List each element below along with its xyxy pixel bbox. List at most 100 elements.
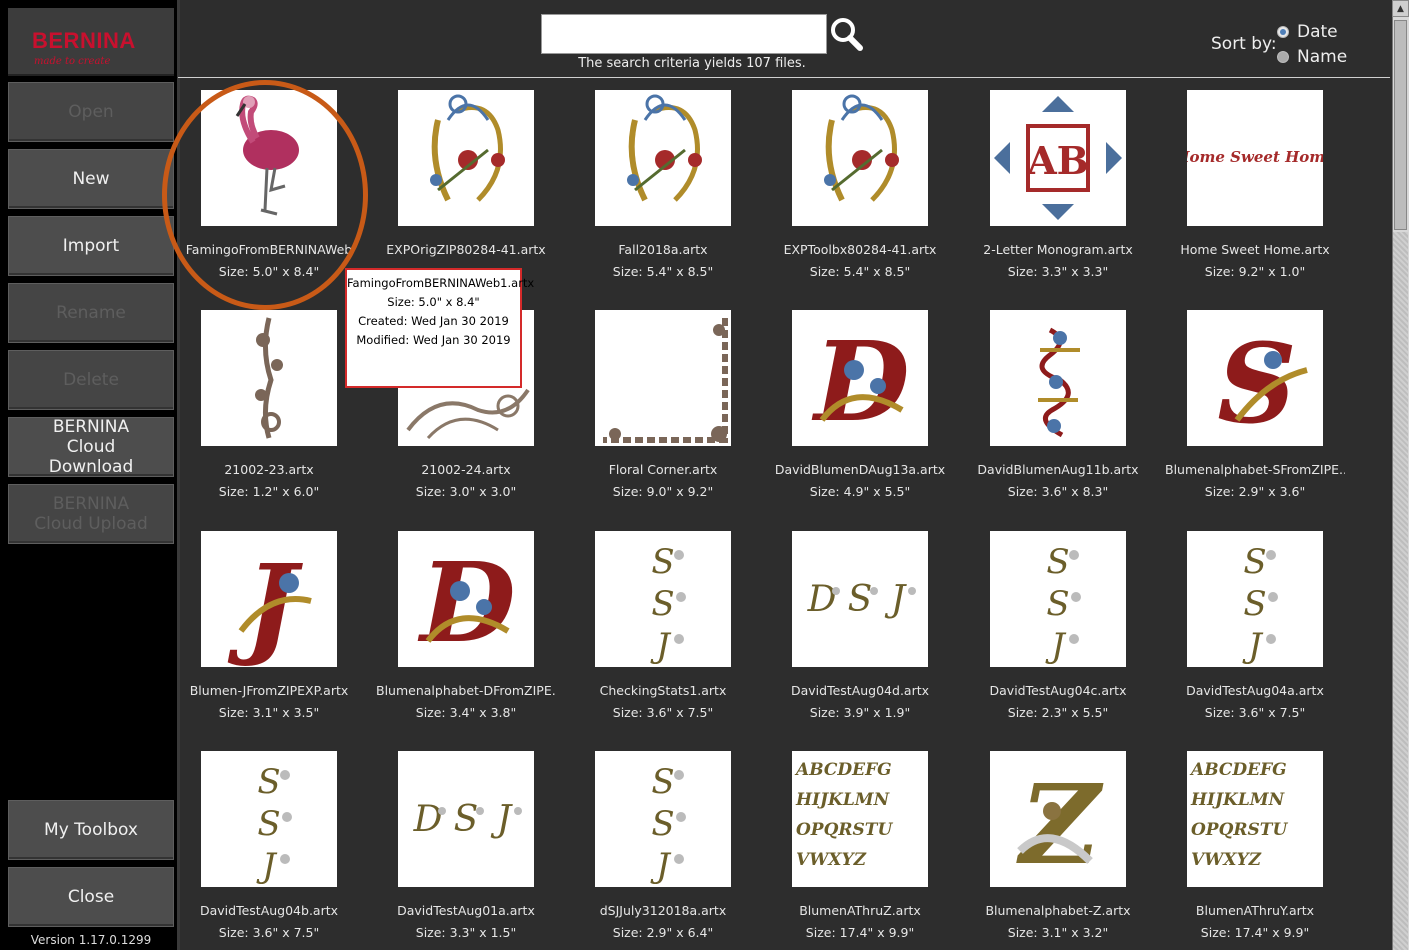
svg-text:D: D xyxy=(413,799,443,840)
file-size: Size: 2.9" x 6.4" xyxy=(612,925,714,940)
alphabet-design-icon: ABCDEFG HIJKLMN OPQRSTU VWXYZ xyxy=(1189,760,1288,870)
flamingo-design-icon xyxy=(235,95,299,216)
my-toolbox-button[interactable]: My Toolbox xyxy=(8,800,174,860)
design-thumbnail[interactable] xyxy=(398,90,534,226)
file-tile[interactable]: EXPToolbx80284-41.artx Size: 5.4" x 8.5" xyxy=(770,90,960,300)
stack-olive-design-icon: SSJ xyxy=(650,542,686,666)
design-thumbnail[interactable]: D xyxy=(792,310,928,446)
svg-text:Z: Z xyxy=(1016,760,1104,887)
new-button[interactable]: New xyxy=(8,149,174,209)
file-name: FamingoFromBERNINAWeb xyxy=(185,242,353,257)
search-result-count: The search criteria yields 107 files. xyxy=(578,56,806,71)
design-thumbnail[interactable]: ABCDEFG HIJKLMN OPQRSTU VWXYZ xyxy=(1187,751,1323,887)
file-tile[interactable]: S S J DavidTestAug04a.artx Size: 3.6" x 7.5" xyxy=(1165,531,1355,741)
design-thumbnail[interactable]: Z xyxy=(990,751,1126,887)
design-thumbnail[interactable]: SSJ xyxy=(1187,531,1323,667)
design-thumbnail[interactable]: ABCDEFG HIJKLMN OPQRSTU VWXYZ xyxy=(792,751,928,887)
text-design-icon: Home Sweet Home xyxy=(1187,148,1323,166)
file-size: Size: 5.4" x 8.5" xyxy=(809,264,911,279)
file-name: DavidTestAug04a.artx xyxy=(1186,683,1324,698)
sidebar: BERNINA made to create Open New Import R… xyxy=(0,0,180,950)
svg-text:J: J xyxy=(884,579,908,620)
file-tile[interactable]: S S J DavidTestAug04c.artx Size: 2.3" x 5.5" xyxy=(968,531,1158,741)
design-thumbnail[interactable]: SSJ xyxy=(990,531,1126,667)
file-size: Size: 5.4" x 8.5" xyxy=(612,264,714,279)
file-tile[interactable]: D S J DavidTestAug04d.artx Size: 3.9" x 1.9" xyxy=(770,531,960,741)
file-tile[interactable]: S S J dSJJuly312018a.artx Size: 2.9" x 6.4" xyxy=(573,751,763,950)
design-thumbnail[interactable]: SSJ xyxy=(201,751,337,887)
file-tile[interactable]: ABCDEFG HIJKLMN OPQRSTU VWXYZ BlumenAThruY.a… xyxy=(1165,751,1355,950)
open-button[interactable]: Open xyxy=(8,82,174,142)
file-tile[interactable]: Floral Corner.artx Size: 9.0" x 9.2" xyxy=(573,310,763,520)
file-name: CheckingStats1.artx xyxy=(599,683,727,698)
file-name: 2-Letter Monogram.artx xyxy=(983,242,1133,257)
svg-text:S: S xyxy=(651,584,674,624)
design-thumbnail[interactable] xyxy=(990,310,1126,446)
cloud-download-button[interactable]: BERNINA Cloud Download xyxy=(8,417,174,477)
design-thumbnail[interactable] xyxy=(595,310,731,446)
svg-text:S: S xyxy=(257,762,280,802)
magnifier-icon[interactable] xyxy=(828,14,866,54)
file-size: Size: 17.4" x 9.9" xyxy=(805,925,915,940)
file-tile[interactable]: FamingoFromBERNINAWeb Size: 5.0" x 8.4" xyxy=(179,90,369,300)
design-thumbnail[interactable] xyxy=(201,310,337,446)
design-thumbnail[interactable]: DSJ xyxy=(398,751,534,887)
design-thumbnail[interactable] xyxy=(792,90,928,226)
file-tile[interactable]: ABCDEFG HIJKLMN OPQRSTU VWXYZ BlumenAThruZ.a… xyxy=(770,751,960,950)
file-tile[interactable]: S Blumenalphabet-SFromZIPE... Size: 2.9" x… xyxy=(1165,310,1355,520)
svg-text:S: S xyxy=(651,542,674,582)
svg-text:S: S xyxy=(1243,542,1266,582)
design-thumbnail[interactable]: Home Sweet Home xyxy=(1187,90,1323,226)
scrollbar-thumb[interactable] xyxy=(1394,20,1407,230)
file-tile[interactable]: J Blumen-JFromZIPEXP.artx Size: 3.1" x 3.5… xyxy=(179,531,369,741)
floral-bouquet-design-icon xyxy=(824,94,899,202)
file-size: Size: 4.9" x 5.5" xyxy=(809,484,911,499)
letter-z-design-icon: Z xyxy=(1016,760,1104,887)
design-thumbnail[interactable]: S xyxy=(1187,310,1323,446)
design-thumbnail[interactable] xyxy=(201,90,337,226)
cloud-upload-button[interactable]: BERNINA Cloud Upload xyxy=(8,484,174,544)
svg-text:J: J xyxy=(1242,626,1264,666)
tooltip-size: Size: 5.0" x 8.4" xyxy=(387,295,480,309)
file-tile[interactable]: Home Sweet Home Home Sweet Home.artx Size:… xyxy=(1165,90,1355,300)
file-size: Size: 3.3" x 1.5" xyxy=(415,925,517,940)
file-tile[interactable]: D Blumenalphabet-DFromZIPE... Size: 3.4" x… xyxy=(376,531,566,741)
design-thumbnail[interactable]: J xyxy=(201,531,337,667)
radio-name[interactable] xyxy=(1277,51,1289,63)
design-thumbnail[interactable]: D xyxy=(398,531,534,667)
radio-date[interactable] xyxy=(1277,26,1289,38)
sort-name-option[interactable]: Name xyxy=(1277,47,1347,67)
sort-date-option[interactable]: Date xyxy=(1277,22,1338,42)
rename-button[interactable]: Rename xyxy=(8,283,174,343)
svg-text:VWXYZ: VWXYZ xyxy=(1191,850,1262,870)
scrollbar-track[interactable] xyxy=(1393,232,1408,950)
svg-text:S: S xyxy=(1217,319,1296,446)
import-button[interactable]: Import xyxy=(8,216,174,276)
design-thumbnail[interactable] xyxy=(595,90,731,226)
svg-text:J: J xyxy=(490,799,514,840)
svg-text:S: S xyxy=(1046,542,1069,582)
svg-text:S: S xyxy=(257,804,280,844)
file-name: dSJJuly312018a.artx xyxy=(599,903,727,918)
stack-olive-design-icon: SSJ xyxy=(1045,542,1081,666)
file-tile[interactable]: S S J DavidTestAug04b.artx Size: 3.6" x 7.5" xyxy=(179,751,369,950)
file-tile[interactable]: Fall2018a.artx Size: 5.4" x 8.5" xyxy=(573,90,763,300)
file-tile[interactable]: S S J CheckingStats1.artx Size: 3.6" x 7.5" xyxy=(573,531,763,741)
logo-brand: BERNINA xyxy=(32,28,136,53)
vine-design-icon xyxy=(255,317,283,439)
file-tile[interactable]: AB 2-Letter Monogram.artx Size: 3.3" x 3.3… xyxy=(968,90,1158,300)
search-input[interactable] xyxy=(541,14,827,54)
delete-button[interactable]: Delete xyxy=(8,350,174,410)
file-tile[interactable]: 21002-23.artx Size: 1.2" x 6.0" xyxy=(179,310,369,520)
file-tile[interactable]: D DavidBlumenDAug13a.artx Size: 4.9" x 5.5… xyxy=(770,310,960,520)
design-thumbnail[interactable]: SSJ xyxy=(595,531,731,667)
file-tile[interactable]: D S J DavidTestAug01a.artx Size: 3.3" x 1.5" xyxy=(376,751,566,950)
design-thumbnail[interactable]: SSJ xyxy=(595,751,731,887)
file-tile[interactable]: DavidBlumenAug11b.artx Size: 3.6" x 8.3" xyxy=(968,310,1158,520)
design-thumbnail[interactable]: DSJ xyxy=(792,531,928,667)
file-tile[interactable]: Z Blumenalphabet-Z.artx Size: 3.1" x 3.2" xyxy=(968,751,1158,950)
design-thumbnail[interactable]: AB xyxy=(990,90,1126,226)
scroll-up-arrow-icon[interactable]: ▲ xyxy=(1392,0,1409,17)
close-button[interactable]: Close xyxy=(8,867,174,927)
tooltip-created: Created: Wed Jan 30 2019 xyxy=(358,314,509,328)
